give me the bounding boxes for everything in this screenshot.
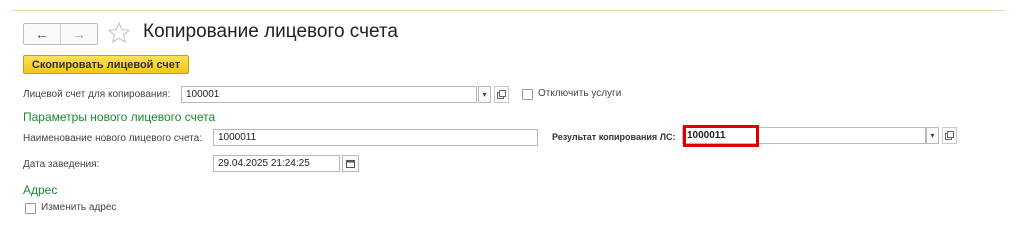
top-divider — [12, 10, 1005, 11]
copy-source-field[interactable]: 100001 — [181, 86, 477, 103]
arrow-right-icon: → — [72, 26, 86, 42]
new-account-name-field[interactable]: 1000011 — [213, 129, 538, 146]
dropdown-arrow-icon: ▾ — [482, 90, 487, 99]
disable-services-label: Отключить услуги — [538, 88, 622, 99]
forward-button[interactable]: → — [60, 24, 97, 44]
copy-result-open-button[interactable] — [942, 127, 957, 144]
change-address-checkbox[interactable] — [25, 203, 36, 214]
new-account-name-label: Наименование нового лицевого счета: — [23, 133, 202, 144]
creation-date-label: Дата заведения: — [23, 159, 100, 170]
copy-source-label: Лицевой счет для копирования: — [23, 89, 171, 100]
copy-account-button[interactable]: Скопировать лицевой счет — [23, 55, 189, 74]
back-button[interactable]: ← — [24, 24, 60, 44]
address-section-title: Адрес — [23, 183, 58, 197]
copy-source-dropdown-button[interactable]: ▾ — [478, 86, 491, 103]
calendar-icon — [346, 160, 355, 168]
copy-result-dropdown-button[interactable]: ▾ — [926, 127, 939, 144]
open-link-icon — [497, 90, 506, 99]
creation-date-field[interactable]: 29.04.2025 21:24:25 — [213, 155, 340, 172]
change-address-label: Изменить адрес — [41, 202, 117, 213]
copy-source-open-button[interactable] — [494, 86, 509, 103]
new-account-section-title: Параметры нового лицевого счета — [23, 110, 216, 124]
calendar-button[interactable] — [342, 155, 359, 172]
star-outline-icon[interactable] — [107, 21, 131, 45]
navigation-buttons: ← → — [23, 23, 98, 45]
arrow-left-icon: ← — [35, 26, 49, 42]
open-link-icon — [945, 131, 954, 140]
page-title: Копирование лицевого счета — [143, 21, 398, 42]
copy-result-label: Результат копирования ЛС: — [552, 132, 676, 142]
disable-services-checkbox[interactable] — [522, 89, 533, 100]
result-highlight-frame — [683, 125, 759, 147]
dropdown-arrow-icon: ▾ — [930, 131, 935, 140]
